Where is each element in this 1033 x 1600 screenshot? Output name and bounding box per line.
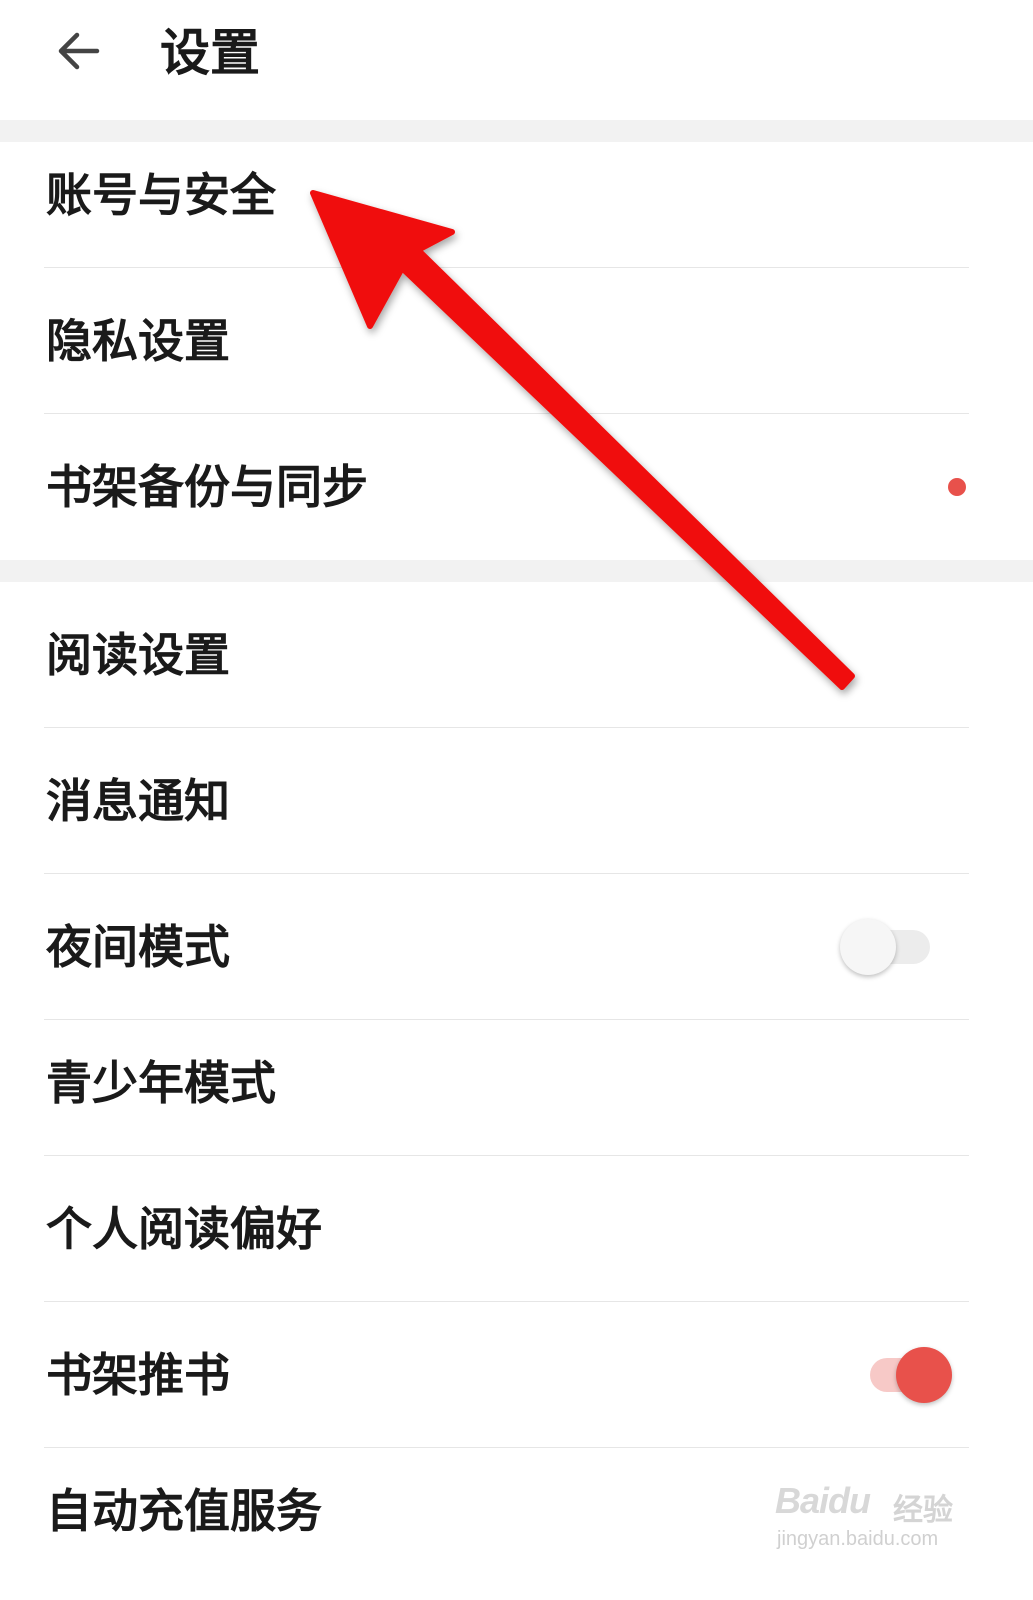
- settings-item-account-security[interactable]: 账号与安全: [0, 122, 1033, 268]
- settings-item-label: 消息通知: [46, 774, 230, 828]
- arrow-left-icon: [58, 32, 100, 70]
- settings-item-label: 个人阅读偏好: [46, 1202, 322, 1256]
- page-title: 设置: [160, 24, 260, 82]
- settings-item-label: 青少年模式: [46, 1056, 276, 1110]
- back-button[interactable]: [48, 20, 110, 82]
- settings-item-label: 书架推书: [46, 1348, 230, 1402]
- settings-item-label: 自动充值服务: [46, 1484, 322, 1538]
- settings-item-teen-mode[interactable]: 青少年模式: [0, 1010, 1033, 1156]
- settings-item-night-mode: 夜间模式: [0, 874, 1033, 1020]
- settings-item-bookshelf-backup-sync[interactable]: 书架备份与同步: [0, 414, 1033, 560]
- bookshelf-recommend-toggle[interactable]: [860, 1345, 952, 1405]
- night-mode-toggle[interactable]: [840, 917, 932, 977]
- settings-item-reading-settings[interactable]: 阅读设置: [0, 582, 1033, 728]
- toggle-knob: [840, 919, 896, 975]
- settings-item-reading-preferences[interactable]: 个人阅读偏好: [0, 1156, 1033, 1302]
- new-badge-dot: [948, 478, 966, 496]
- settings-item-notifications[interactable]: 消息通知: [0, 728, 1033, 874]
- settings-item-label: 夜间模式: [46, 920, 230, 974]
- settings-item-privacy[interactable]: 隐私设置: [0, 268, 1033, 414]
- section-divider: [0, 560, 1033, 582]
- settings-item-auto-recharge[interactable]: 自动充值服务: [0, 1438, 1033, 1584]
- settings-item-label: 阅读设置: [46, 628, 230, 682]
- settings-item-label: 账号与安全: [46, 168, 276, 222]
- toggle-knob: [896, 1347, 952, 1403]
- app-header: 设置: [0, 0, 1033, 120]
- settings-item-label: 书架备份与同步: [46, 460, 368, 514]
- settings-item-label: 隐私设置: [46, 314, 230, 368]
- settings-item-bookshelf-recommend: 书架推书: [0, 1302, 1033, 1448]
